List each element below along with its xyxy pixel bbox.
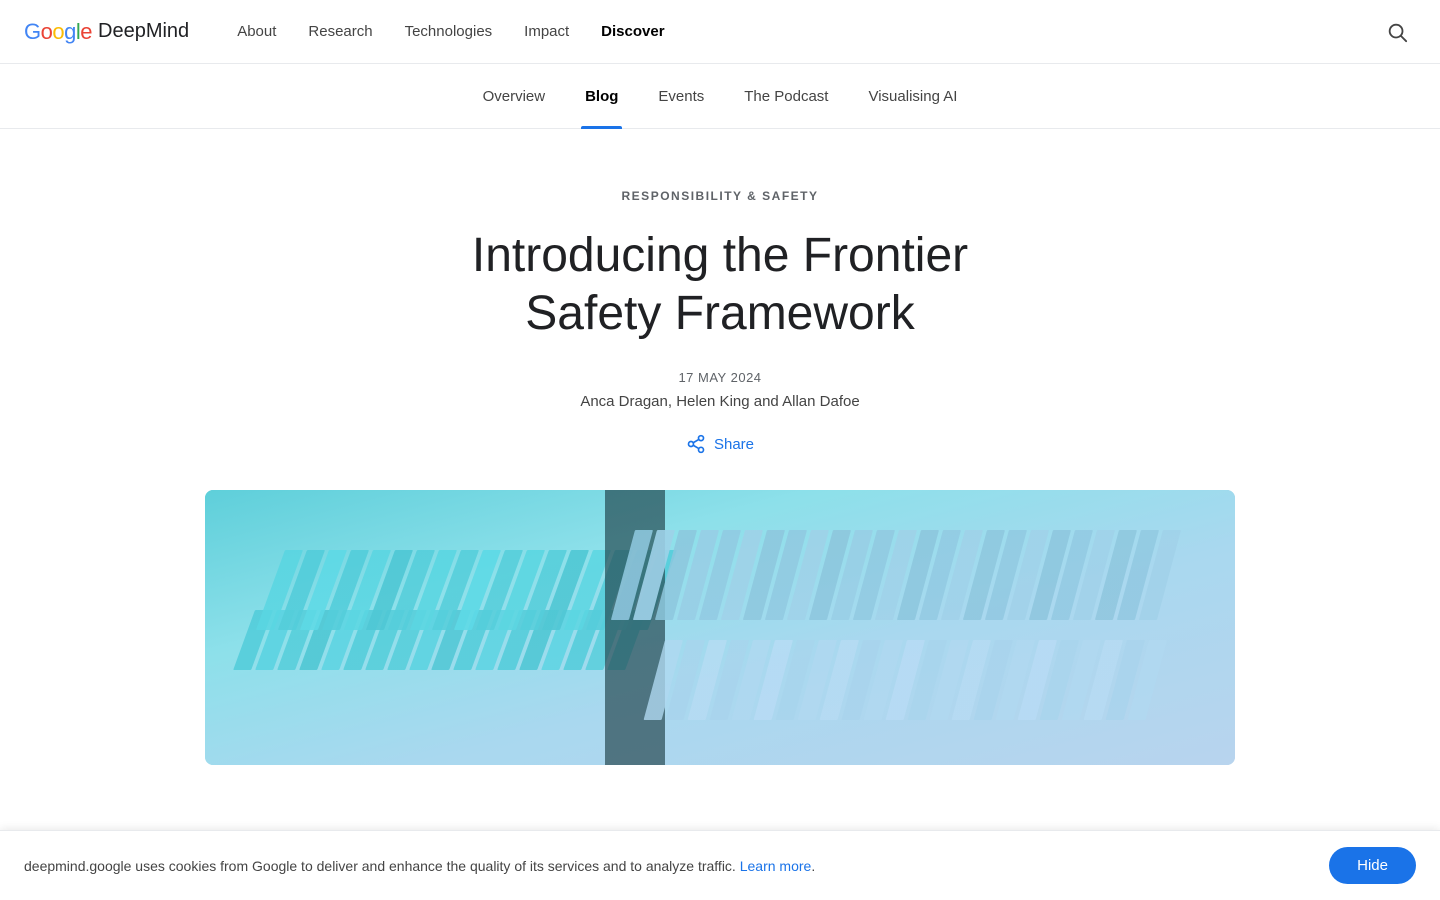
main-content: RESPONSIBILITY & SAFETY Introducing the … bbox=[0, 129, 1440, 765]
cookie-banner: deepmind.google uses cookies from Google… bbox=[0, 830, 1440, 900]
subnav-blog[interactable]: Blog bbox=[581, 64, 622, 129]
nav-item-technologies[interactable]: Technologies bbox=[389, 0, 509, 64]
sub-nav: Overview Blog Events The Podcast Visuali… bbox=[0, 64, 1440, 129]
nav-item-research[interactable]: Research bbox=[292, 0, 388, 64]
article-title: Introducing the Frontier Safety Framewor… bbox=[410, 227, 1030, 342]
hide-cookie-button[interactable]: Hide bbox=[1329, 847, 1416, 884]
article-date: 17 MAY 2024 bbox=[678, 370, 761, 385]
subnav-podcast[interactable]: The Podcast bbox=[740, 64, 832, 129]
logo[interactable]: Google DeepMind bbox=[24, 19, 189, 45]
nav-item-discover[interactable]: Discover bbox=[585, 0, 680, 64]
subnav-visualising-ai[interactable]: Visualising AI bbox=[864, 64, 961, 129]
share-label: Share bbox=[714, 436, 754, 453]
search-button[interactable] bbox=[1378, 13, 1416, 51]
nav-item-impact[interactable]: Impact bbox=[508, 0, 585, 64]
top-nav: Google DeepMind About Research Technolog… bbox=[0, 0, 1440, 64]
article-authors: Anca Dragan, Helen King and Allan Dafoe bbox=[580, 393, 859, 410]
google-wordmark: Google bbox=[24, 19, 92, 45]
share-icon bbox=[686, 434, 706, 454]
article-category: RESPONSIBILITY & SAFETY bbox=[622, 189, 819, 203]
subnav-overview[interactable]: Overview bbox=[479, 64, 550, 129]
cookie-text: deepmind.google uses cookies from Google… bbox=[24, 858, 815, 874]
main-nav-links: About Research Technologies Impact Disco… bbox=[221, 0, 1378, 64]
deepmind-wordmark: DeepMind bbox=[98, 20, 189, 43]
hero-image bbox=[205, 490, 1235, 765]
share-button[interactable]: Share bbox=[686, 434, 754, 454]
hero-illustration bbox=[205, 490, 1235, 765]
search-icon bbox=[1386, 21, 1408, 43]
subnav-events[interactable]: Events bbox=[654, 64, 708, 129]
learn-more-link[interactable]: Learn more bbox=[740, 858, 812, 874]
nav-item-about[interactable]: About bbox=[221, 0, 292, 64]
